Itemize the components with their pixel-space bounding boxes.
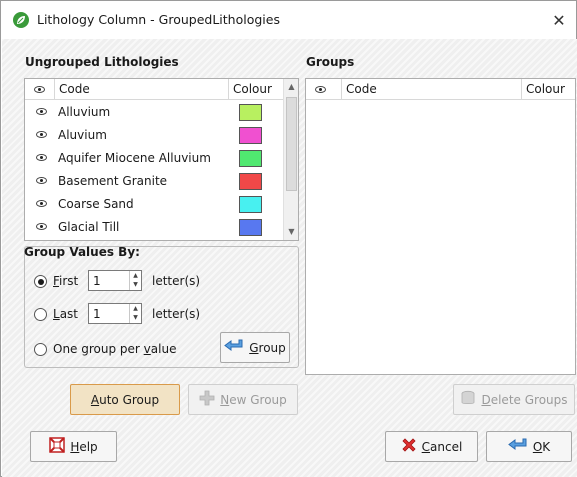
list-item[interactable]: Aquifer Miocene Alluvium: [25, 147, 295, 170]
eye-icon: [34, 86, 45, 93]
eye-icon[interactable]: [36, 223, 47, 230]
code-column-header[interactable]: Code: [342, 79, 522, 99]
eye-icon[interactable]: [36, 131, 47, 138]
list-item[interactable]: Alluvium: [25, 101, 295, 124]
last-letters-value[interactable]: 1: [93, 307, 101, 321]
delete-groups-button[interactable]: Delete Groups: [453, 384, 575, 415]
colour-swatch[interactable]: [239, 150, 262, 167]
close-button[interactable]: ✕: [542, 1, 576, 39]
ok-arrow-icon: [507, 437, 528, 456]
first-radio[interactable]: [34, 275, 47, 288]
leaf-icon: [17, 16, 25, 24]
visible-column-header[interactable]: [306, 79, 342, 99]
spin-down-icon[interactable]: ▼: [130, 313, 141, 322]
colour-swatch[interactable]: [239, 196, 262, 213]
first-suffix: letter(s): [152, 274, 201, 288]
scroll-up-icon[interactable]: ▲: [284, 79, 299, 95]
list-item[interactable]: Coarse Sand: [25, 193, 295, 216]
group-values-heading: Group Values By:: [24, 245, 140, 259]
eye-icon: [315, 86, 326, 93]
list-item[interactable]: Glacial Till: [25, 216, 295, 239]
spin-buttons[interactable]: ▲ ▼: [129, 304, 141, 323]
eye-icon[interactable]: [36, 154, 47, 161]
app-icon: [13, 12, 29, 28]
last-label[interactable]: Last: [53, 307, 78, 321]
group-arrow-icon: [224, 338, 244, 357]
colour-swatch[interactable]: [239, 127, 262, 144]
colour-swatch[interactable]: [239, 173, 262, 190]
spin-down-icon[interactable]: ▼: [130, 280, 141, 289]
colour-swatch[interactable]: [239, 104, 262, 121]
plus-icon: [199, 390, 215, 409]
spin-buttons[interactable]: ▲ ▼: [129, 271, 141, 290]
list-item[interactable]: Basement Granite: [25, 170, 295, 193]
colour-swatch[interactable]: [239, 219, 262, 236]
colour-column-header[interactable]: Colour: [229, 79, 283, 99]
lithology-code: Aquifer Miocene Alluvium: [58, 151, 211, 165]
cancel-button[interactable]: Cancel: [385, 431, 478, 462]
last-letters-spinbox[interactable]: 1 ▲ ▼: [88, 303, 142, 324]
spin-up-icon[interactable]: ▲: [130, 271, 141, 280]
help-button[interactable]: Help: [30, 431, 117, 462]
one-group-label[interactable]: One group per value: [53, 342, 176, 356]
new-group-button[interactable]: New Group: [188, 384, 298, 415]
code-column-header[interactable]: Code: [55, 79, 229, 99]
lithology-code: Coarse Sand: [58, 197, 134, 211]
dialog-body: Ungrouped Lithologies Code Colour Alluvi…: [2, 39, 577, 477]
ok-button[interactable]: OK: [486, 431, 572, 462]
lithology-code: Aluvium: [58, 128, 107, 142]
auto-group-button[interactable]: Auto Group: [70, 384, 180, 415]
group-button[interactable]: Group: [220, 332, 290, 363]
first-letters-spinbox[interactable]: 1 ▲ ▼: [88, 270, 142, 291]
lithology-code: Alluvium: [58, 105, 111, 119]
red-x-icon: [401, 437, 417, 456]
one-group-radio[interactable]: [34, 343, 47, 356]
eye-icon[interactable]: [36, 177, 47, 184]
first-letters-value[interactable]: 1: [93, 274, 101, 288]
ungrouped-heading: Ungrouped Lithologies: [25, 55, 179, 69]
eye-icon[interactable]: [36, 108, 47, 115]
groups-list-header: Code Colour: [306, 79, 575, 100]
ungrouped-list-header: Code Colour: [25, 79, 298, 100]
database-icon: [460, 390, 476, 409]
ungrouped-list[interactable]: Code Colour Alluvium Aluvium Aquifer Mio…: [24, 78, 299, 241]
lithology-code: Glacial Till: [58, 220, 120, 234]
groups-heading: Groups: [306, 55, 355, 69]
groups-list[interactable]: Code Colour: [305, 78, 576, 375]
scroll-thumb[interactable]: [286, 97, 297, 191]
list-item[interactable]: Aluvium: [25, 124, 295, 147]
scroll-down-icon[interactable]: ▼: [284, 224, 299, 240]
window-title: Lithology Column - GroupedLithologies: [37, 12, 280, 27]
last-radio[interactable]: [34, 308, 47, 321]
lifebuoy-icon: [49, 437, 66, 456]
visible-column-header[interactable]: [25, 79, 55, 99]
eye-icon[interactable]: [36, 200, 47, 207]
last-suffix: letter(s): [152, 307, 201, 321]
lithology-column-dialog: Lithology Column - GroupedLithologies ✕ …: [0, 0, 577, 477]
title-bar[interactable]: Lithology Column - GroupedLithologies ✕: [1, 1, 576, 39]
ungrouped-scrollbar[interactable]: ▲ ▼: [283, 79, 298, 240]
colour-column-header[interactable]: Colour: [522, 79, 577, 99]
spin-up-icon[interactable]: ▲: [130, 304, 141, 313]
first-label[interactable]: First: [53, 274, 78, 288]
lithology-code: Basement Granite: [58, 174, 168, 188]
